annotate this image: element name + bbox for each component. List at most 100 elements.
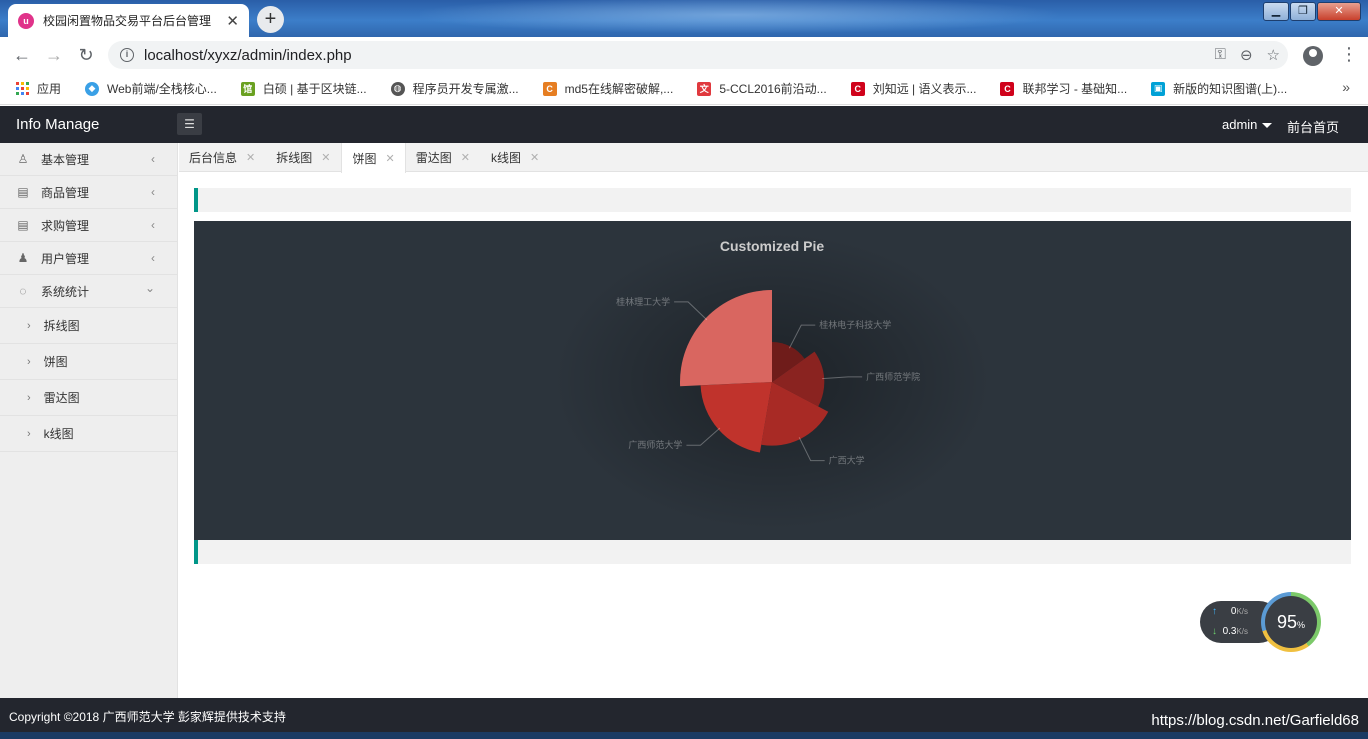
minimize-button[interactable]: ▁ <box>1263 2 1289 21</box>
bookmark-apps[interactable]: 应用 <box>16 80 61 97</box>
sidebar-subitem-radar[interactable]: › 雷达图 <box>0 380 177 416</box>
network-speed-widget: ↑ 0K/s ↓ 0.3K/s 95% <box>1200 592 1321 652</box>
bilibili-favicon-icon: ▣ <box>1151 81 1166 96</box>
download-arrow-icon: ↓ <box>1212 626 1217 637</box>
close-icon[interactable]: ✕ <box>246 151 255 164</box>
close-icon[interactable]: ✕ <box>385 152 394 165</box>
apps-grid-icon <box>16 82 29 95</box>
user-name: admin <box>1222 117 1258 132</box>
chevron-down-icon: ⌄ <box>144 281 155 295</box>
url-text[interactable]: localhost/xyxz/admin/index.php <box>144 47 352 64</box>
app-header: Info Manage ☰ admin 前台首页 <box>0 106 1368 143</box>
tab-pie-chart[interactable]: 饼图 ✕ <box>341 143 406 173</box>
sidebar-subitem-label: 拆线图 <box>43 319 80 333</box>
maximize-button[interactable]: ❐ <box>1290 2 1316 21</box>
site-favicon-icon: u <box>18 12 34 29</box>
browser-menu-icon[interactable]: ⋮ <box>1340 44 1358 65</box>
chevron-left-icon: ‹ <box>151 218 155 232</box>
sidebar-item-label: 系统统计 <box>41 284 90 299</box>
document-icon: ▤ <box>17 185 29 199</box>
watermark-text: https://blog.csdn.net/Garfield68 <box>1151 712 1359 729</box>
bookmark-favicon-icon: 馆 <box>240 81 255 96</box>
sidebar-item-statistics[interactable]: ◌ 系统统计 ⌄ <box>0 275 177 308</box>
new-tab-button[interactable]: + <box>257 6 284 33</box>
bookmark-favicon-icon: C <box>542 81 557 96</box>
chevron-left-icon: ‹ <box>151 152 155 166</box>
address-bar[interactable]: i localhost/xyxz/admin/index.php ⚿ ⊖ ☆ <box>108 41 1288 69</box>
user-icon: ♙ <box>17 152 29 166</box>
chevron-right-icon: › <box>27 427 31 440</box>
desktop-wallpaper <box>420 0 1120 37</box>
bookmark-item[interactable]: 文 5-CCL2016前沿动... <box>697 80 827 97</box>
sidebar-item-label: 商品管理 <box>41 185 90 200</box>
sidebar-item-goods[interactable]: ▤ 商品管理 ‹ <box>0 176 177 209</box>
chart-title: Customized Pie <box>720 238 824 254</box>
os-taskbar <box>0 732 1368 739</box>
chevron-right-icon: › <box>27 355 31 368</box>
sidebar-item-label: 基本管理 <box>41 152 90 167</box>
bookmark-item[interactable]: Cmd5在线解密破解,... <box>542 80 673 97</box>
user-menu[interactable]: admin <box>1222 117 1273 132</box>
bookmarks-bar: 应用 ◆ Web前端/全栈核心... 馆白硕 | 基于区块链... ◍ 程序员开发专… <box>0 73 1368 105</box>
bookmark-item[interactable]: ▣ 新版的知识图谱(上)... <box>1151 80 1287 97</box>
pie-chart: Customized Pie 桂林电子科技大学广西师范学院广西大学 广西师范大学 桂… <box>552 231 992 531</box>
browser-tab[interactable]: u 校园闲置物品交易平台后台管理 ✕ <box>8 4 249 37</box>
sidebar-subitem-label: 饼图 <box>43 355 68 369</box>
sidebar-subitem-label: 雷达图 <box>43 391 80 405</box>
chevron-right-icon: › <box>27 319 31 332</box>
sidebar-subitem-line[interactable]: › 拆线图 <box>0 308 177 344</box>
cpu-gauge[interactable]: 95% <box>1261 592 1321 652</box>
sidebar-subitem-label: k线图 <box>43 427 74 441</box>
window-controls: ▁ ❐ ✕ <box>1262 2 1361 22</box>
key-icon[interactable]: ⚿ <box>1215 46 1226 64</box>
site-info-icon[interactable]: i <box>120 48 134 62</box>
pie-label: 广西大学 <box>829 455 865 467</box>
bookmark-item[interactable]: ◍ 程序员开发专属激... <box>390 80 519 97</box>
quote-bar-bottom <box>194 540 1351 564</box>
sidebar: ♙ 基本管理 ‹ ▤ 商品管理 ‹ ▤ 求购管理 ‹ ♟ 用户管理 ‹ ◌ 系统… <box>0 143 178 698</box>
more-bookmarks-icon[interactable]: » <box>1342 79 1350 95</box>
tab-line-chart[interactable]: 拆线图 ✕ <box>266 143 341 172</box>
tab-radar-chart[interactable]: 雷达图 ✕ <box>406 143 481 172</box>
close-icon[interactable]: ✕ <box>461 151 470 164</box>
close-icon[interactable]: ✕ <box>321 151 330 164</box>
menu-toggle-icon[interactable]: ☰ <box>177 113 202 135</box>
upload-speed: ↑ 0K/s <box>1212 606 1249 617</box>
bookmark-item[interactable]: 馆白硕 | 基于区块链... <box>240 80 367 97</box>
sidebar-subitem-pie[interactable]: › 饼图 <box>0 344 177 380</box>
chevron-left-icon: ‹ <box>151 185 155 199</box>
bookmark-item[interactable]: C 联邦学习 - 基础知... <box>1000 80 1127 97</box>
sidebar-item-basic[interactable]: ♙ 基本管理 ‹ <box>0 143 177 176</box>
chevron-right-icon: › <box>27 391 31 404</box>
copyright-text: Copyright ©2018 广西师范大学 彭家辉提供技术支持 <box>9 710 286 724</box>
content-tabs: 后台信息 ✕ 拆线图 ✕ 饼图 ✕ 雷达图 ✕ k线图 ✕ <box>179 143 1368 173</box>
csdn-favicon-icon: C <box>850 81 865 96</box>
bookmark-favicon-icon: ◆ <box>85 81 100 96</box>
csdn-favicon-icon: C <box>1000 81 1015 96</box>
forward-arrow-icon[interactable]: → <box>38 45 70 66</box>
close-window-button[interactable]: ✕ <box>1317 2 1361 21</box>
back-arrow-icon[interactable]: ← <box>6 45 38 66</box>
zoom-icon[interactable]: ⊖ <box>1240 46 1253 64</box>
gauge-value: 95% <box>1265 596 1317 648</box>
close-tab-icon[interactable]: ✕ <box>226 12 239 30</box>
chart-icon: ◌ <box>19 284 27 298</box>
home-link[interactable]: 前台首页 <box>1287 117 1339 136</box>
close-icon[interactable]: ✕ <box>530 151 539 164</box>
reload-icon[interactable]: ↻ <box>70 45 102 66</box>
sidebar-item-users[interactable]: ♟ 用户管理 ‹ <box>0 242 177 275</box>
sidebar-subitem-kline[interactable]: › k线图 <box>0 416 177 452</box>
bookmark-item[interactable]: C 刘知远 | 语义表示... <box>850 80 976 97</box>
users-icon: ♟ <box>17 251 29 265</box>
profile-avatar-icon[interactable] <box>1303 46 1323 66</box>
pie-label: 桂林电子科技大学 <box>819 319 891 331</box>
bookmark-star-icon[interactable]: ☆ <box>1267 46 1280 64</box>
globe-icon: ◍ <box>390 81 405 96</box>
upload-arrow-icon: ↑ <box>1212 606 1217 617</box>
pie-label: 广西师范学院 <box>866 371 920 383</box>
pie-label: 桂林理工大学 <box>616 296 670 308</box>
tab-kline-chart[interactable]: k线图 ✕ <box>481 143 550 172</box>
sidebar-item-wanted[interactable]: ▤ 求购管理 ‹ <box>0 209 177 242</box>
bookmark-item[interactable]: ◆ Web前端/全栈核心... <box>85 80 217 97</box>
tab-backend-info[interactable]: 后台信息 ✕ <box>179 143 266 172</box>
